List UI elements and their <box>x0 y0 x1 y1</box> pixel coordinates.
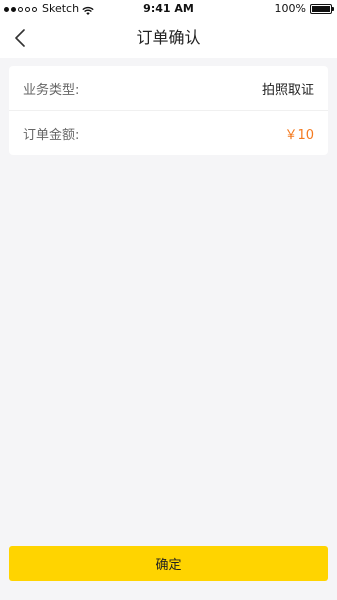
order-amount-row: 订单金额: ￥10 <box>9 111 328 155</box>
confirm-button[interactable]: 确定 <box>9 546 328 581</box>
battery-icon <box>310 4 334 14</box>
status-right: 100% <box>274 0 334 18</box>
business-type-row: 业务类型: 拍照取证 <box>9 66 328 111</box>
nav-bar: 订单确认 <box>0 18 337 58</box>
battery-percent: 100% <box>274 2 306 15</box>
page-title: 订单确认 <box>136 28 201 47</box>
business-type-label: 业务类型: <box>23 82 80 98</box>
order-summary-card: 业务类型: 拍照取证 订单金额: ￥10 <box>9 66 328 155</box>
business-type-value: 拍照取证 <box>261 82 314 98</box>
order-amount-value: ￥10 <box>284 127 314 143</box>
order-amount-label: 订单金额: <box>23 127 80 143</box>
status-bar: Sketch 9:41 AM 100% <box>0 0 337 18</box>
